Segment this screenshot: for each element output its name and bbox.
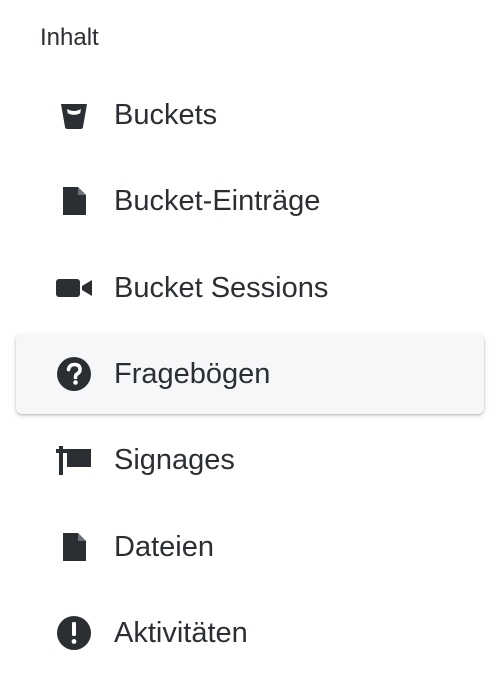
sidebar-item-aktivitaeten[interactable]: Aktivitäten — [16, 593, 484, 673]
sidebar-item-signages[interactable]: Signages — [16, 420, 484, 500]
section-title: Inhalt — [40, 24, 99, 51]
question-circle-icon — [57, 357, 91, 391]
sidebar-item-dateien[interactable]: Dateien — [16, 507, 484, 587]
sidebar-item-label: Fragebögen — [114, 358, 271, 390]
file-icon — [63, 187, 86, 215]
sidebar-item-label: Buckets — [114, 99, 218, 131]
sidebar-item-buckets[interactable]: Buckets — [16, 75, 484, 155]
exclamation-circle-icon — [57, 616, 91, 650]
bucket-icon — [61, 104, 87, 129]
sidebar-item-bucket-eintraege[interactable]: Bucket-Einträge — [16, 161, 484, 241]
sidebar-item-label: Aktivitäten — [114, 617, 248, 649]
sidebar-item-label: Bucket-Einträge — [114, 185, 321, 217]
sidebar-item-label: Signages — [114, 444, 235, 476]
file-icon — [63, 533, 86, 561]
content-sidebar: Inhalt Buckets Bucket-Einträge Bucket Se… — [0, 0, 500, 666]
sign-icon — [56, 446, 91, 475]
sidebar-item-bucket-sessions[interactable]: Bucket Sessions — [16, 248, 484, 328]
video-camera-icon — [56, 279, 92, 297]
sidebar-item-label: Bucket Sessions — [114, 272, 329, 304]
sidebar-item-frageboegen[interactable]: Fragebögen — [16, 334, 484, 414]
sidebar-item-label: Dateien — [114, 531, 214, 563]
